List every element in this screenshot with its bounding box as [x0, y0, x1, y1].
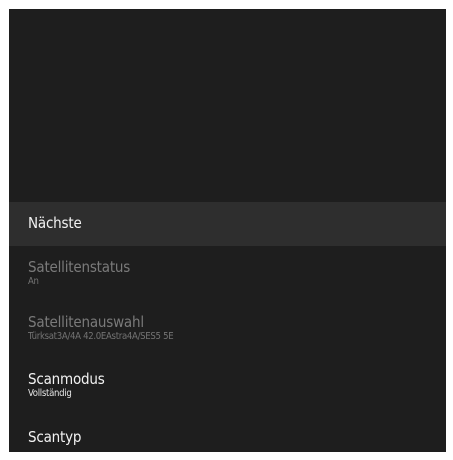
menu-item-scanmodus[interactable]: Scanmodus Vollständig — [9, 366, 446, 412]
menu-item-label: Nächste — [28, 214, 82, 232]
menu-item-label: Scanmodus — [28, 370, 105, 388]
menu-item-value: Vollständig — [28, 388, 72, 399]
menu-item-naechste[interactable]: Nächste — [9, 202, 446, 246]
menu-item-label: Satellitenauswahl — [28, 313, 144, 331]
settings-panel: Nächste Satellitenstatus An Satellitenau… — [9, 9, 446, 452]
menu-item-value: Türksat3A/4A 42.0EAstra4A/SES5 5E — [28, 331, 174, 342]
menu-item-value: An — [28, 276, 39, 287]
menu-item-label: Satellitenstatus — [28, 258, 131, 276]
menu-item-satellitenauswahl[interactable]: Satellitenauswahl Türksat3A/4A 42.0EAstr… — [9, 309, 446, 355]
menu-item-scantyp[interactable]: Scantyp — [9, 419, 446, 452]
menu-item-label: Scantyp — [28, 428, 82, 446]
menu-item-satellitenstatus[interactable]: Satellitenstatus An — [9, 254, 446, 300]
